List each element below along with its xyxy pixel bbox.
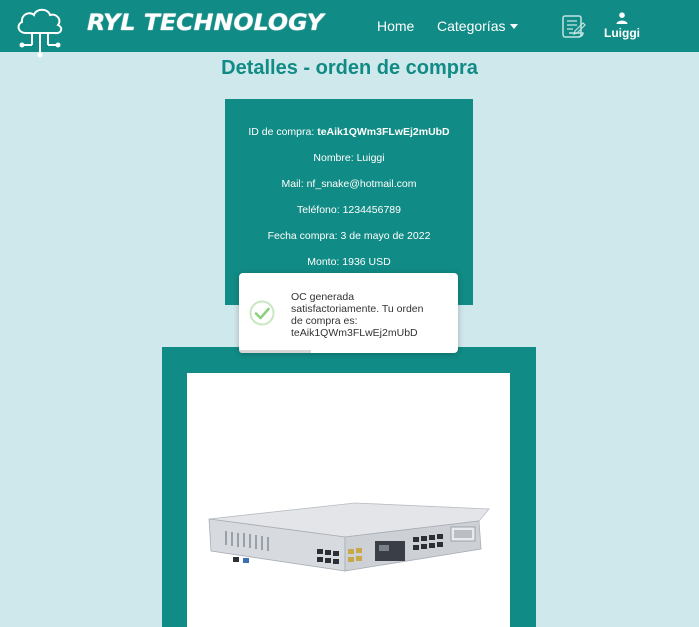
amount-value: 1936 USD <box>342 256 391 268</box>
user-menu[interactable]: Luiggi <box>602 12 642 40</box>
success-check-icon <box>249 300 275 326</box>
success-toast[interactable]: OC generada satisfactoriamente. Tu orden… <box>239 273 458 353</box>
nav-categories-label: Categorías <box>437 18 506 34</box>
date-row: Fecha compra: 3 de mayo de 2022 <box>225 230 473 242</box>
date-value: 3 de mayo de 2022 <box>340 230 431 242</box>
brand-name[interactable]: RYL TECHNOLOGY <box>87 11 324 36</box>
router-image <box>208 502 490 572</box>
page-title: Detalles - orden de compra <box>221 57 478 79</box>
order-id-row: ID de compra: teAik1QWm3FLwEj2mUbD <box>225 126 473 138</box>
chevron-down-icon <box>510 23 519 29</box>
nav-categories-dropdown[interactable]: Categorías <box>437 18 519 34</box>
user-name: Luiggi <box>604 26 640 40</box>
toast-timer-bar <box>239 350 311 353</box>
user-icon <box>616 12 628 24</box>
orders-scroll-icon[interactable] <box>559 12 587 40</box>
phone-value: 1234456789 <box>342 204 401 216</box>
mail-row: Mail: nf_snake@hotmail.com <box>225 178 473 190</box>
amount-label: Monto: <box>307 256 340 268</box>
navbar: RYL TECHNOLOGY Home Categorías Luiggi <box>0 0 699 58</box>
toast-order-id: teAik1QWm3FLwEj2mUbD <box>291 327 418 339</box>
toast-line: satisfactoriamente. Tu orden <box>291 303 424 315</box>
date-label: Fecha compra: <box>267 230 338 242</box>
toast-line: OC generada <box>291 291 355 303</box>
phone-label: Teléfono: <box>297 204 340 216</box>
name-label: Nombre: <box>313 152 354 164</box>
mail-label: Mail: <box>281 178 304 190</box>
nav-home-link[interactable]: Home <box>377 18 414 34</box>
toast-line: de compra es: <box>291 315 358 327</box>
amount-row: Monto: 1936 USD <box>225 256 473 268</box>
name-row: Nombre: Luiggi <box>225 152 473 164</box>
toast-message: OC generada satisfactoriamente. Tu orden… <box>291 291 451 339</box>
name-value: Luiggi <box>356 152 385 164</box>
order-id-value: teAik1QWm3FLwEj2mUbD <box>317 126 450 138</box>
mail-value: nf_snake@hotmail.com <box>306 178 417 190</box>
order-id-label: ID de compra: <box>248 126 315 138</box>
phone-row: Teléfono: 1234456789 <box>225 204 473 216</box>
product-image[interactable] <box>187 373 510 627</box>
product-card <box>162 347 536 627</box>
page: RYL TECHNOLOGY Home Categorías Luiggi De… <box>0 0 699 627</box>
cloud-network-logo-icon[interactable] <box>12 1 68 63</box>
